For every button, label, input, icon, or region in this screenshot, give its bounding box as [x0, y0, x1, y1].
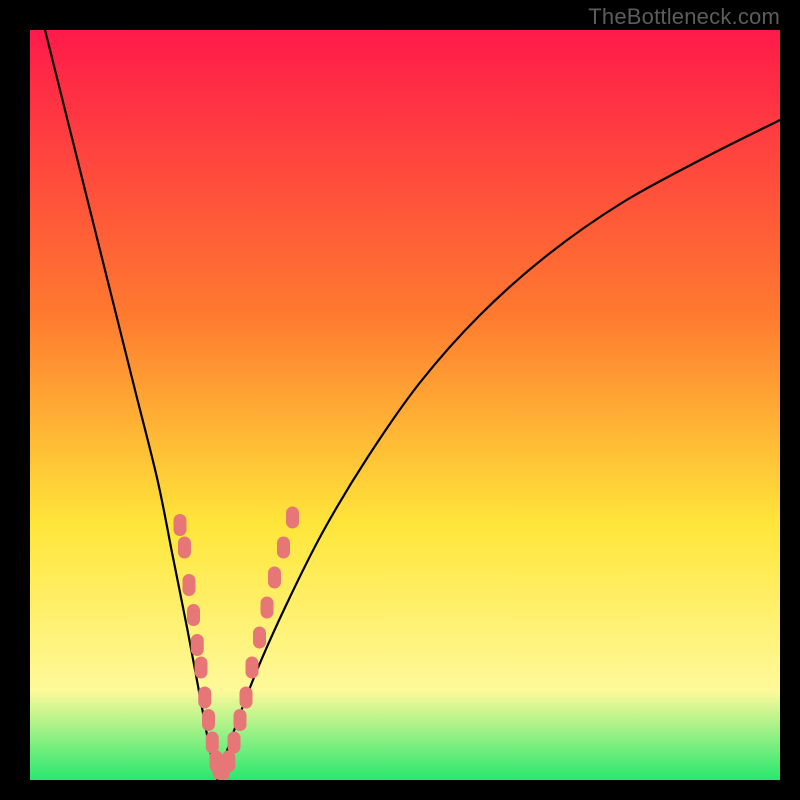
marker-dot — [206, 732, 219, 754]
marker-dot — [222, 750, 235, 772]
marker-dot — [277, 537, 290, 559]
marker-dot — [174, 514, 187, 536]
curve-right — [218, 120, 781, 780]
marker-dot — [187, 604, 200, 626]
marker-dot — [234, 709, 247, 731]
marker-dot — [191, 634, 204, 656]
watermark-text: TheBottleneck.com — [588, 4, 780, 30]
marker-dot — [286, 507, 299, 529]
marker-dot — [198, 687, 211, 709]
marker-dot — [268, 567, 281, 589]
marker-dot — [228, 732, 241, 754]
marker-dot — [178, 537, 191, 559]
marker-dot — [202, 709, 215, 731]
chart-frame: TheBottleneck.com — [0, 0, 800, 800]
marker-dot — [246, 657, 259, 679]
marker-dot — [183, 574, 196, 596]
marker-group — [174, 507, 300, 780]
marker-dot — [195, 657, 208, 679]
marker-dot — [261, 597, 274, 619]
marker-dot — [253, 627, 266, 649]
marker-dot — [240, 687, 253, 709]
curve-left — [45, 30, 218, 780]
plot-area — [30, 30, 780, 780]
chart-curves — [30, 30, 780, 780]
